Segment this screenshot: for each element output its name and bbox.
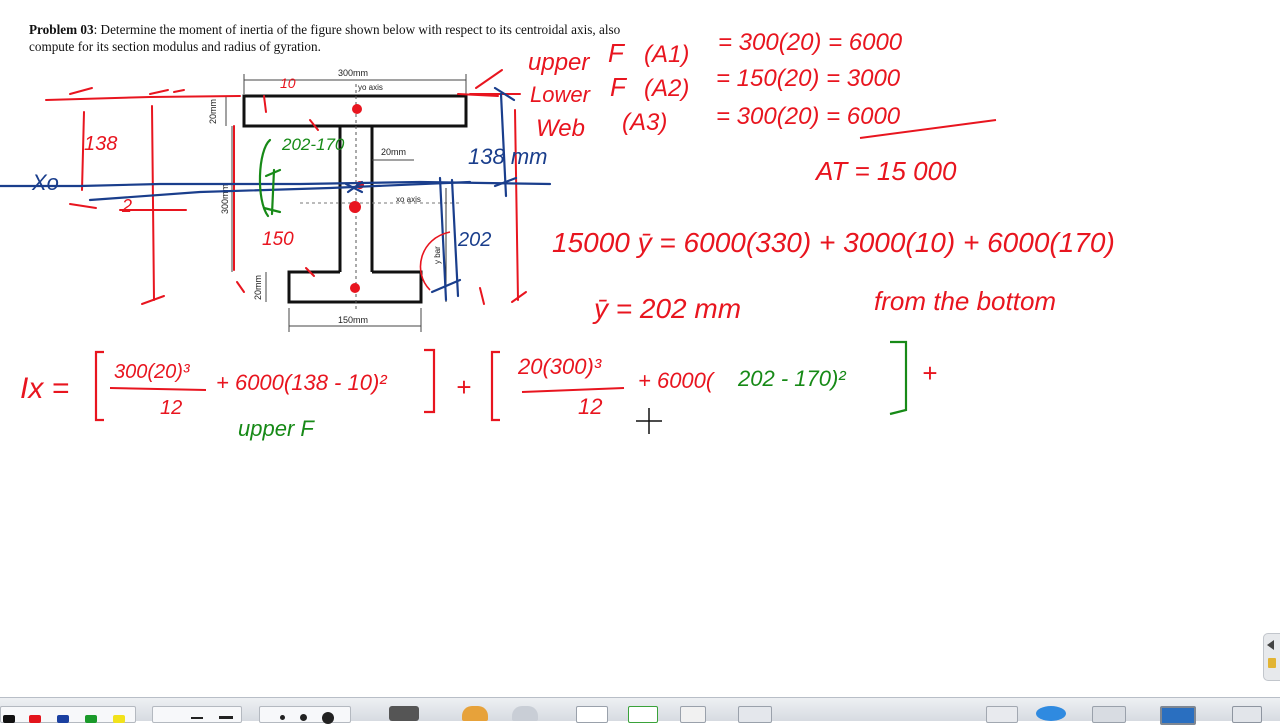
folder-icon[interactable] [1092,706,1126,723]
centroid-equation: 15000 ȳ = 6000(330) + 3000(10) + 6000(17… [552,227,1115,258]
annot-150: 150 [262,229,294,250]
dim-height: 300mm [220,184,230,214]
web-browser-icon[interactable] [1036,706,1066,721]
dim-bottom-flange: 20mm [253,275,263,300]
pen-color-yellow[interactable] [113,715,125,723]
upper-eq: = 300(20) = 6000 [718,29,903,56]
dot-large-icon [322,712,334,724]
area-table: upper F (A1) = 300(20) = 6000 Lower F (A… [528,29,997,186]
dim-bottom-width: 150mm [338,315,368,325]
lower-a: (A2) [644,75,689,102]
dot-size-group[interactable] [259,706,351,724]
line-width-thin-icon [191,717,203,719]
red-ink-strokes [45,69,527,305]
plus-sign: + [456,372,471,402]
pen-color-red[interactable] [29,715,41,723]
lower-eq: = 150(20) = 3000 [716,65,901,92]
collapse-arrow-icon [1267,640,1274,650]
keyboard-icon[interactable] [389,706,419,721]
xo-axis-label: xo axis [396,195,421,204]
centroid-result-tail: from the bottom [874,286,1056,316]
annot-2: 2 [121,196,132,216]
ix-t1-num: 300(20)³ [114,361,191,383]
ybar-label: y bar [433,246,442,264]
i-beam-figure: 300mm yo axis 20mm 20mm 300mm xo axis 20… [208,68,468,332]
line-width-group[interactable] [152,706,242,723]
crosshair-cursor-icon [636,408,662,434]
screen-capture-icon[interactable] [738,706,772,723]
web-label: Web [536,115,585,142]
ix-t1-label: upper F [238,416,315,441]
blank-page-icon[interactable] [576,706,608,723]
centroid-result: ȳ = 202 mm [592,293,741,324]
side-panel-tab[interactable] [1263,633,1280,681]
dim-web: 20mm [381,147,406,157]
ix-t1-den: 12 [160,397,182,419]
lower-f: F [610,72,628,102]
upper-label: upper [528,49,590,76]
dim-top-flange: 20mm [208,99,218,124]
page-icon [1268,658,1276,668]
upper-a: (A1) [644,41,689,68]
ix-expression: Ix = 300(20)³ 12 + 6000(138 - 10)² upper… [20,340,937,441]
annot-10: 10 [280,75,296,91]
xo-label: Xo [31,170,59,195]
pen-color-green[interactable] [85,715,97,723]
web-a: (A3) [622,109,667,136]
ix-t1-rest: + 6000(138 - 10)² [216,370,387,395]
annot-202-170: 202-170 [281,135,345,154]
insert-page-icon[interactable] [628,706,658,723]
ix-t2-num: 20(300)³ [517,354,602,379]
ix-plus-end: + [922,358,937,388]
display-icon[interactable] [1160,706,1196,725]
total-area: AT = 15 000 [814,156,957,186]
bottom-toolbar [0,697,1280,725]
web-eq: = 300(20) = 6000 [716,103,901,130]
dot-small-icon [280,715,285,720]
undo-icon[interactable] [462,706,488,721]
redo-icon[interactable] [512,706,538,721]
delete-page-icon[interactable] [680,706,706,723]
settings-gear-icon[interactable] [1232,706,1262,723]
upper-f: F [608,38,626,68]
annot-202: 202 [457,229,491,251]
ix-t2-rest-a: + 6000( [638,368,716,393]
ix-t2-rest-b: 202 - 170)² [737,366,846,391]
yo-axis-label: yo axis [358,83,383,92]
ix-t2-den: 12 [578,394,602,419]
green-ink-strokes [258,138,282,218]
dim-top-width: 300mm [338,68,368,78]
ix-lhs: Ix = [20,372,69,405]
pen-color-group [0,706,136,723]
lower-label: Lower [530,82,592,107]
annot-138-left: 138 [84,133,117,155]
whiteboard-canvas[interactable]: 300mm yo axis 20mm 20mm 300mm xo axis 20… [0,0,1280,720]
pen-color-black[interactable] [3,715,15,723]
highlighter-icon[interactable] [986,706,1018,723]
pen-color-blue[interactable] [57,715,69,723]
annot-138mm: 138 mm [468,144,547,169]
line-width-thick-icon [219,716,233,719]
